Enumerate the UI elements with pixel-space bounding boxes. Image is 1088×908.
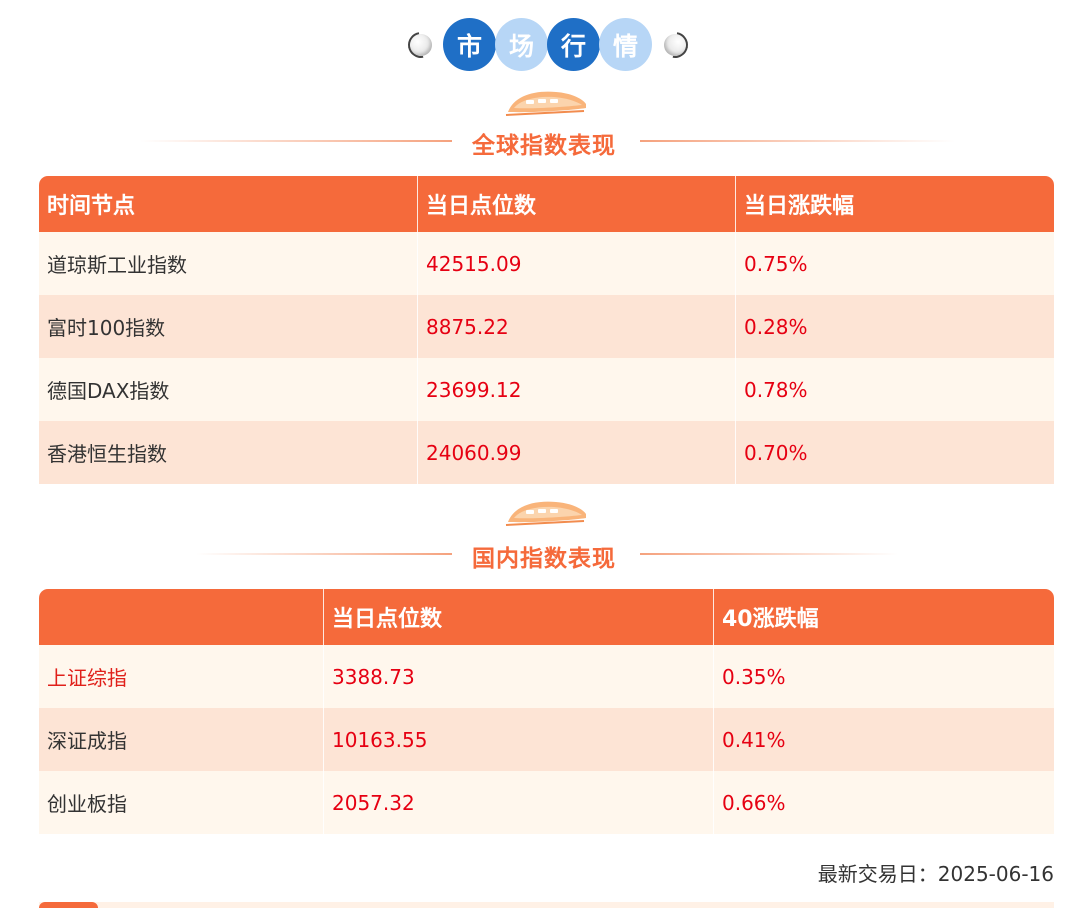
banner-char: 场: [495, 18, 548, 71]
global-title: 全球指数表现: [472, 133, 616, 159]
latest-trading-day: 最新交易日：2025-06-16: [817, 862, 1054, 886]
header-cell: [39, 589, 324, 645]
index-name: 创业板指: [39, 771, 324, 834]
table-row: 德国DAX指数 23699.12 0.78%: [39, 358, 1054, 421]
index-name: 德国DAX指数: [39, 358, 418, 421]
domestic-index-table: 当日点位数 40涨跌幅 上证综指 3388.73 0.35% 深证成指 1016…: [39, 589, 1054, 834]
table-row: 富时100指数 8875.22 0.28%: [39, 295, 1054, 358]
index-points: 23699.12: [418, 358, 736, 421]
header-cell: 当日点位数: [418, 176, 736, 232]
index-points: 42515.09: [418, 232, 736, 295]
index-change: 0.70%: [744, 440, 808, 465]
next-section-tab: [39, 902, 98, 908]
domestic-title: 国内指数表现: [472, 546, 616, 572]
index-points: 10163.55: [324, 708, 714, 771]
index-change: 0.75%: [744, 251, 808, 276]
banner-char: 市: [443, 18, 496, 71]
index-change: 0.41%: [722, 727, 786, 752]
index-name: 富时100指数: [39, 295, 418, 358]
next-section-strip: [39, 902, 1054, 908]
ball-icon: [410, 34, 432, 56]
header-cell: 时间节点: [39, 176, 418, 232]
table-header: 当日点位数 40涨跌幅: [39, 589, 1054, 645]
index-name: 上证综指: [39, 645, 324, 708]
train-icon: [504, 86, 588, 118]
index-name: 道琼斯工业指数: [39, 232, 418, 295]
index-points: 24060.99: [418, 421, 736, 484]
market-banner: 市 场 行 情: [0, 18, 1088, 74]
global-section-title: 全球指数表现: [0, 126, 1088, 159]
table-row: 香港恒生指数 24060.99 0.70%: [39, 421, 1054, 484]
table-header: 时间节点 当日点位数 当日涨跌幅: [39, 176, 1054, 232]
ball-icon: [664, 34, 686, 56]
global-index-table: 时间节点 当日点位数 当日涨跌幅 道琼斯工业指数 42515.09 0.75% …: [39, 176, 1054, 484]
index-change: 0.78%: [744, 377, 808, 402]
table-row: 创业板指 2057.32 0.66%: [39, 771, 1054, 834]
banner-char: 情: [599, 18, 652, 71]
table-row: 深证成指 10163.55 0.41%: [39, 708, 1054, 771]
table-row: 上证综指 3388.73 0.35%: [39, 645, 1054, 708]
index-name: 深证成指: [39, 708, 324, 771]
index-points: 8875.22: [418, 295, 736, 358]
index-change: 0.28%: [744, 314, 808, 339]
index-points: 3388.73: [324, 645, 714, 708]
domestic-section-title: 国内指数表现: [0, 539, 1088, 572]
train-icon: [504, 496, 588, 528]
table-row: 道琼斯工业指数 42515.09 0.75%: [39, 232, 1054, 295]
index-change: 0.35%: [722, 664, 786, 689]
index-points: 2057.32: [324, 771, 714, 834]
index-change: 0.66%: [722, 790, 786, 815]
header-cell: 当日涨跌幅: [744, 194, 855, 219]
header-cell: 40涨跌幅: [722, 607, 819, 632]
header-cell: 当日点位数: [324, 589, 714, 645]
index-name: 香港恒生指数: [39, 421, 418, 484]
banner-char: 行: [547, 18, 600, 71]
